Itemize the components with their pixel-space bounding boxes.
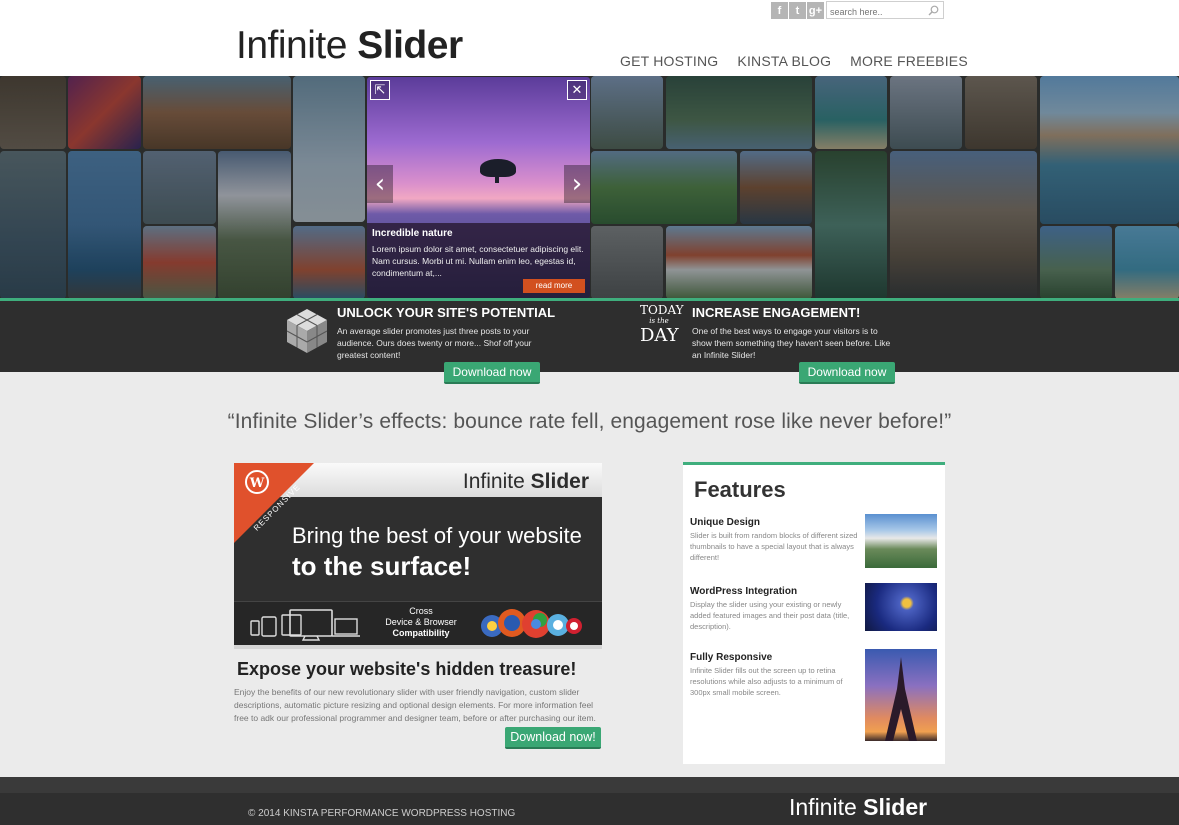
slider-thumb[interactable] <box>890 151 1037 299</box>
main-nav: GET HOSTING KINSTA BLOG MORE FREEBIES <box>620 53 968 69</box>
slider-thumb[interactable] <box>0 76 66 149</box>
read-more-button[interactable]: read more <box>523 279 585 293</box>
close-icon[interactable]: ✕ <box>567 80 587 100</box>
expose-title: Expose your website's hidden treasure! <box>237 659 577 679</box>
caption-text: Lorem ipsum dolor sit amet, consectetuer… <box>372 244 584 278</box>
download-now-button[interactable]: Download now! <box>505 727 601 749</box>
slider-thumb[interactable] <box>1040 76 1179 224</box>
feature-title: WordPress Integration <box>690 586 798 597</box>
promo-right: INCREASE ENGAGEMENT! One of the best way… <box>692 305 897 361</box>
search-box <box>826 1 944 20</box>
slide-caption: Incredible nature Lorem ipsum dolor sit … <box>367 223 590 298</box>
feature-text: Slider is built from random blocks of di… <box>690 531 858 562</box>
feature-text: Display the slider using your existing o… <box>690 600 850 631</box>
devices-icon <box>250 609 360 641</box>
logo-light: Infinite <box>236 24 347 67</box>
feature-image-night <box>865 583 937 631</box>
nav-kinsta-blog[interactable]: KINSTA BLOG <box>737 53 831 69</box>
slider-thumb[interactable] <box>815 151 887 299</box>
next-arrow-icon[interactable]: › <box>564 165 590 203</box>
featured-slide[interactable]: ⇱ ✕ ‹ › Incredible nature Lorem ipsum do… <box>367 77 590 298</box>
social-links: f t g+ <box>771 2 824 19</box>
slider-thumb[interactable] <box>143 151 216 224</box>
prev-arrow-icon[interactable]: ‹ <box>367 165 393 203</box>
nav-get-hosting[interactable]: GET HOSTING <box>620 53 718 69</box>
facebook-icon[interactable]: f <box>771 2 788 19</box>
feature-item: WordPress Integration Display the slider… <box>690 586 862 632</box>
slider-thumb[interactable] <box>1115 226 1179 299</box>
testimonial-quote: “Infinite Slider’s effects: bounce rate … <box>227 410 952 433</box>
promo-left-title: UNLOCK YOUR SITE'S POTENTIAL <box>337 305 556 320</box>
promo-left-text: An average slider promotes just three po… <box>337 326 532 360</box>
device-strip: Cross Device & Browser Compatibility <box>234 601 602 645</box>
feature-item: Unique Design Slider is built from rando… <box>690 517 862 563</box>
banner-line-2: to the surface! <box>292 551 472 581</box>
slider-thumb[interactable] <box>293 226 365 299</box>
site-logo[interactable]: Infinite Slider <box>236 26 463 65</box>
slider-thumb[interactable] <box>293 76 365 222</box>
cube-icon <box>286 309 328 353</box>
slider-thumb[interactable] <box>591 151 737 224</box>
promo-left: UNLOCK YOUR SITE'S POTENTIAL An average … <box>337 305 555 361</box>
slider-thumb[interactable] <box>666 76 812 149</box>
footer-logo[interactable]: Infinite Slider <box>789 794 927 821</box>
slider-thumb[interactable] <box>68 151 141 299</box>
twitter-icon[interactable]: t <box>789 2 806 19</box>
slider-thumb[interactable] <box>965 76 1037 149</box>
slider-thumb[interactable] <box>666 226 812 299</box>
compatibility-text: Cross Device & Browser Compatibility <box>385 606 457 638</box>
feature-image-mountains <box>865 514 937 568</box>
google-plus-icon[interactable]: g+ <box>807 2 824 19</box>
today-icon: TODAY is the DAY <box>640 303 684 346</box>
feature-item: Fully Responsive Infinite Slider fills o… <box>690 652 862 698</box>
caption-title: Incredible nature <box>372 228 453 239</box>
footer-link[interactable]: KINSTA PERFORMANCE WORDPRESS HOSTING <box>283 808 515 819</box>
feature-text: Infinite Slider fills out the screen up … <box>690 666 843 697</box>
nav-more-freebies[interactable]: MORE FREEBIES <box>850 53 968 69</box>
eiffel-tower <box>885 657 917 741</box>
browser-icons <box>481 609 582 638</box>
promo-right-title: INCREASE ENGAGEMENT! <box>692 305 861 320</box>
feature-title: Fully Responsive <box>690 652 773 663</box>
slider-thumb[interactable] <box>1040 226 1112 299</box>
expose-text: Enjoy the benefits of our new revolution… <box>234 687 596 723</box>
slider-thumb[interactable] <box>218 151 291 299</box>
slider-thumb[interactable] <box>591 76 663 149</box>
promo-band: UNLOCK YOUR SITE'S POTENTIAL An average … <box>0 301 1179 372</box>
feature-title: Unique Design <box>690 517 761 528</box>
slider-thumb[interactable] <box>815 76 887 149</box>
features-title: Features <box>694 477 786 502</box>
copyright: © 2014 KINSTA PERFORMANCE WORDPRESS HOST… <box>248 808 516 819</box>
wordpress-icon: W <box>245 470 269 494</box>
banner-title: Infinite Slider <box>462 470 589 493</box>
slider-thumb[interactable] <box>68 76 141 149</box>
svg-text:W: W <box>249 476 265 491</box>
search-icon[interactable] <box>928 5 939 16</box>
feature-image-eiffel <box>865 649 937 741</box>
slider-thumb[interactable] <box>143 76 291 149</box>
logo-bold: Slider <box>357 24 463 67</box>
banner-line-1: Bring the best of your website <box>292 523 582 548</box>
footer-topbar <box>0 777 1179 793</box>
promo-right-text: One of the best ways to engage your visi… <box>692 326 891 360</box>
slider-thumb[interactable] <box>591 226 663 299</box>
features-panel: Features Unique Design Slider is built f… <box>683 462 945 764</box>
download-button-right[interactable]: Download now <box>799 362 895 384</box>
slider-thumb[interactable] <box>890 76 962 149</box>
promo-banner: Infinite Slider W RESPONSIVE Bring the b… <box>234 463 602 649</box>
slider-thumb[interactable] <box>0 151 66 299</box>
search-input[interactable] <box>827 4 923 20</box>
download-button-left[interactable]: Download now <box>444 362 540 384</box>
expand-icon[interactable]: ⇱ <box>370 80 390 100</box>
tree-trunk <box>495 173 499 183</box>
footer: © 2014 KINSTA PERFORMANCE WORDPRESS HOST… <box>0 777 1179 825</box>
slider-thumb[interactable] <box>143 226 216 299</box>
slider-thumb[interactable] <box>740 151 812 224</box>
header: Infinite Slider f t g+ GET HOSTING KINST… <box>0 0 1179 76</box>
